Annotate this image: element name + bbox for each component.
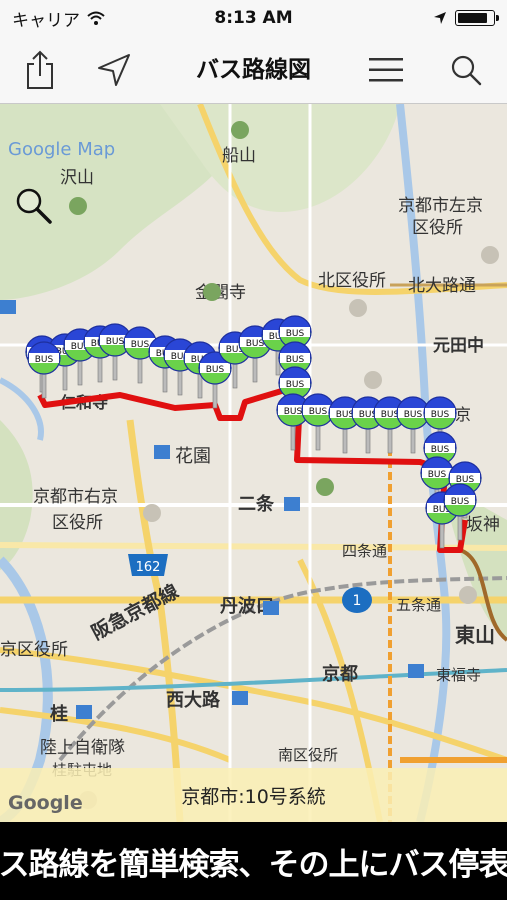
search-button[interactable] <box>444 48 488 92</box>
menu-button[interactable] <box>364 48 408 92</box>
route-162-shield: 162 <box>128 554 168 576</box>
bus-stop-label: BUS <box>206 365 225 375</box>
nav-bar: バス路線図 <box>0 36 507 104</box>
label-hanazono: 花園 <box>175 446 211 467</box>
label-kita-pref: 京 <box>455 405 471 424</box>
bus-stop-label: BUS <box>451 497 470 507</box>
label-gojo: 五条通 <box>396 596 441 614</box>
bus-stop-label: BUS <box>404 410 423 420</box>
bus-stop-label: BUS <box>246 339 265 349</box>
route-1-shield: 1 <box>342 587 372 613</box>
google-logo: Google <box>8 792 83 814</box>
label-sakyo-ward: 区役所 <box>412 218 463 238</box>
map-zoom-icon[interactable] <box>14 186 54 226</box>
status-bar: キャリア 8:13 AM <box>0 0 507 36</box>
label-sawayama: 沢山 <box>60 168 94 188</box>
label-funayama: 船山 <box>222 146 256 166</box>
google-map-label: Google Map <box>8 139 115 160</box>
route-name: 京都市:10号系統 <box>181 785 326 808</box>
label-jsdf: 陸上自衛隊 <box>40 738 125 758</box>
bus-stop-label: BUS <box>431 445 450 455</box>
bus-stop-label: BUS <box>131 340 150 350</box>
battery-icon <box>455 10 499 26</box>
bus-stop-label: BUS <box>428 470 447 480</box>
bus-stop-label: BUS <box>286 380 305 390</box>
svg-text:1: 1 <box>353 593 362 609</box>
wifi-icon <box>87 11 105 25</box>
label-kitaoji-dori: 北大路通 <box>408 276 476 296</box>
label-tofukuji: 東福寺 <box>436 666 481 684</box>
status-left: キャリア <box>12 6 106 31</box>
map-view[interactable]: 162 1 沢山 船山 金閣寺 北区役所 京都市左京 区役所 北大路通 元田中 … <box>0 104 507 822</box>
label-kyoto: 京都 <box>322 663 358 685</box>
label-nishikyo: 京区役所 <box>0 640 68 660</box>
carrier-label: キャリア <box>12 10 80 31</box>
label-nishioji: 西大路 <box>166 689 221 711</box>
location-arrow-icon <box>434 12 446 24</box>
bus-stop-label: BUS <box>309 407 328 417</box>
bus-stop-label: BUS <box>431 410 450 420</box>
page-title: バス路線図 <box>196 57 311 83</box>
bus-stop-label: BUS <box>284 407 303 417</box>
bus-stop-label: BUS <box>286 355 305 365</box>
label-minami-ward: 南区役所 <box>278 746 338 764</box>
label-nijo: 二条 <box>238 493 275 515</box>
label-kita-ward: 北区役所 <box>318 271 386 291</box>
label-kiyo: 坂神 <box>466 515 500 535</box>
label-shijo: 四条通 <box>342 542 387 560</box>
label-motoyanaka: 元田中 <box>433 335 484 356</box>
bus-stop-label: BUS <box>35 355 54 365</box>
label-kyoto-sakyo: 京都市左京 <box>398 196 483 216</box>
promo-caption: バス路線を簡単検索、その上にバス停表示 <box>0 822 507 900</box>
road-shijo <box>0 542 507 551</box>
map-canvas[interactable]: 162 1 沢山 船山 金閣寺 北区役所 京都市左京 区役所 北大路通 元田中 … <box>0 104 507 822</box>
status-right <box>433 10 499 26</box>
bus-stop-label: BUS <box>106 337 125 347</box>
menu-icon <box>369 58 403 82</box>
label-katsura: 桂 <box>49 703 68 725</box>
label-ukyo-ward: 区役所 <box>52 513 103 533</box>
svg-text:162: 162 <box>136 560 161 575</box>
label-kyoto-ukyo: 京都市右京 <box>33 487 118 507</box>
label-higashiyama: 東山 <box>455 623 495 647</box>
search-icon <box>451 55 482 86</box>
battery-fill <box>458 13 487 23</box>
bus-stop-label: BUS <box>286 329 305 339</box>
